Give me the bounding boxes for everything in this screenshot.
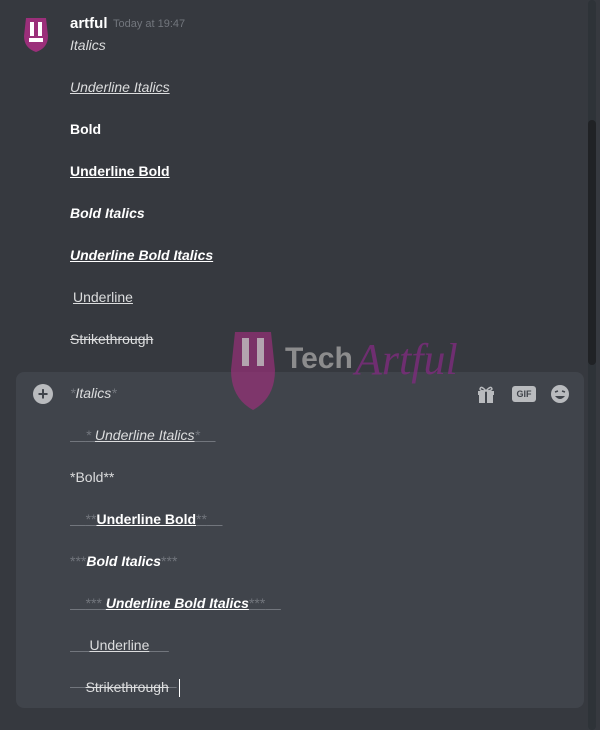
composer-line-bold-italics: ***Bold Italics*** [70,553,177,569]
plus-circle-icon[interactable]: + [33,384,53,404]
composer-line-underline-bold-italics: *** Underline Bold Italics*** [70,595,281,611]
markdown-marker: *** [161,553,178,569]
composer-text: Italics [75,385,112,401]
markdown-marker: *** [70,553,87,569]
message-line-underline: Underline [73,289,133,305]
emoji-icon[interactable] [550,384,570,404]
markdown-marker: ** [196,511,207,527]
composer-line-strikethrough[interactable]: Strikethrough [70,679,180,698]
composer-line-underline-bold: **Underline Bold** [70,511,223,527]
composer-text: Underline Italics [94,427,195,443]
username[interactable]: artful [70,15,108,32]
composer-text: Strikethrough [85,679,169,695]
markdown-marker: ** [85,511,97,527]
markdown-marker: *** [85,595,102,611]
scrollbar[interactable] [588,0,596,730]
avatar[interactable] [20,14,52,54]
message-line-underline-bold-italics: Underline Bold Italics [70,247,214,263]
message-line-bold: Bold [70,121,102,137]
composer-line-bold: *Bold** [70,469,115,485]
watermark-word-tech: Tech [285,342,353,375]
composer-text: Underline [89,637,150,653]
composer-line-italics: *Italics* [70,385,117,401]
timestamp: Today at 19:47 [113,18,186,30]
message-line-underline-italics: Underline Italics [70,79,170,95]
markdown-marker: *** [248,595,266,611]
text-caret [178,679,180,698]
gift-icon[interactable] [476,384,496,404]
message-line-italics: Italics [70,37,106,53]
composer-text: Underline Bold Italics [105,595,249,611]
message-composer[interactable]: + GIF *Italics* * Underline Italics* *Bo… [16,372,584,708]
composer-text: Bold Italics [86,553,162,569]
composer-text: Underline Bold [96,511,197,527]
gif-button[interactable]: GIF [512,386,536,402]
message-line-bold-italics: Bold Italics [70,205,145,221]
markdown-marker: * [111,385,117,401]
message-line-strikethrough: Strikethrough [70,331,154,347]
message-line-underline-bold: Underline Bold [70,163,170,179]
composer-line-underline-italics: * Underline Italics* [70,427,216,443]
markdown-marker: * [194,427,200,443]
markdown-marker: * [85,427,92,443]
scrollbar-thumb[interactable] [588,120,596,365]
composer-line-underline: Underline [70,637,169,653]
